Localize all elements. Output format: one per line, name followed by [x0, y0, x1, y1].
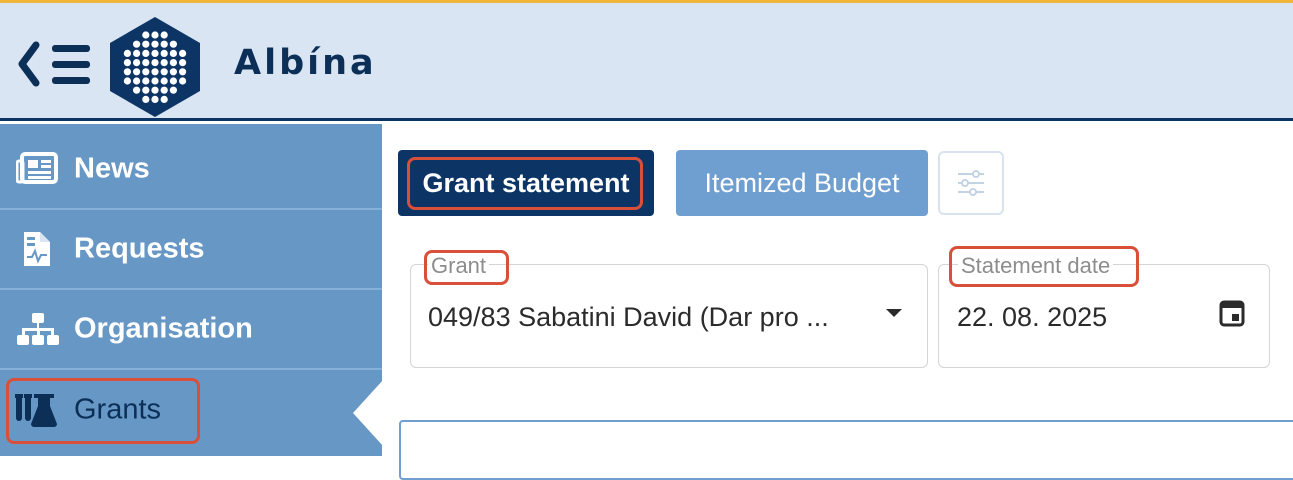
logo-dot [142, 59, 150, 67]
logo-dot [169, 86, 177, 94]
logo-dot [179, 59, 187, 67]
highlight-statement-date-label [949, 246, 1139, 287]
logo-dot [160, 49, 168, 58]
tab-itemized-budget[interactable]: Itemized Budget [676, 150, 928, 216]
logo-dot [160, 40, 168, 48]
logo-dot [151, 59, 159, 67]
logo-dot [142, 40, 150, 48]
logo-dot [142, 95, 150, 103]
tab-label: Itemized Budget [704, 167, 900, 198]
logo-dot [133, 77, 141, 85]
content-panel [399, 420, 1293, 480]
sidebar-item-organisation[interactable]: Organisation [0, 290, 382, 370]
logo-dot [151, 95, 159, 103]
sidebar-item-label: News [74, 152, 150, 185]
logo-dot [151, 49, 159, 58]
logo-dot [160, 59, 168, 67]
logo-dot [123, 68, 131, 76]
statement-date-value: 22. 08. 2025 [957, 302, 1108, 332]
logo-dot [179, 49, 187, 58]
logo-dot [169, 68, 177, 76]
file-medical-icon [24, 232, 50, 266]
logo-dot [123, 59, 131, 67]
logo-dot [142, 31, 150, 39]
logo-dot [160, 68, 168, 76]
logo-dot [169, 59, 177, 67]
active-item-indicator [353, 380, 383, 446]
logo-dot [151, 77, 159, 85]
logo-dot [169, 77, 177, 85]
newspaper-icon [16, 152, 58, 184]
logo-dot [151, 31, 159, 39]
sitemap-icon [17, 313, 59, 345]
logo-dot [169, 49, 177, 58]
logo-dot [160, 86, 168, 94]
logo-dot [133, 49, 141, 58]
settings-button[interactable] [938, 151, 1004, 215]
sliders-icon [958, 170, 984, 196]
logo-dot [133, 68, 141, 76]
logo-dot [160, 31, 168, 39]
logo-dot [169, 40, 177, 48]
logo-dot [142, 49, 150, 58]
logo-dot [160, 95, 168, 103]
logo-dot [123, 77, 131, 85]
brand-name[interactable]: Albína [234, 43, 377, 83]
albina-logo [110, 17, 200, 117]
highlight-grants [6, 378, 200, 444]
app-header: Albína [0, 3, 1293, 121]
logo-dot [123, 49, 131, 58]
logo-dot [179, 68, 187, 76]
logo-dot [151, 40, 159, 48]
logo-dot [179, 77, 187, 85]
grant-value: 049/83 Sabatini David (Dar pro ... [428, 302, 829, 332]
logo-dot [151, 68, 159, 76]
logo-dot [151, 86, 159, 94]
collapse-menu-icon[interactable] [18, 41, 94, 87]
sidebar-item-news[interactable]: News [0, 130, 382, 210]
highlight-grant-label [424, 250, 509, 285]
logo-dot [142, 86, 150, 94]
logo-dot [133, 59, 141, 67]
chevron-down-icon[interactable] [886, 309, 902, 317]
logo-dot [142, 77, 150, 85]
calendar-icon[interactable] [1219, 299, 1245, 327]
logo-dot [142, 68, 150, 76]
sidebar-item-label: Requests [74, 232, 205, 265]
logo-dot [160, 77, 168, 85]
sidebar-item-requests[interactable]: Requests [0, 210, 382, 290]
logo-dot [133, 40, 141, 48]
logo-dot [133, 86, 141, 94]
sidebar-item-label: Organisation [74, 312, 253, 345]
highlight-grant-statement [407, 157, 643, 210]
